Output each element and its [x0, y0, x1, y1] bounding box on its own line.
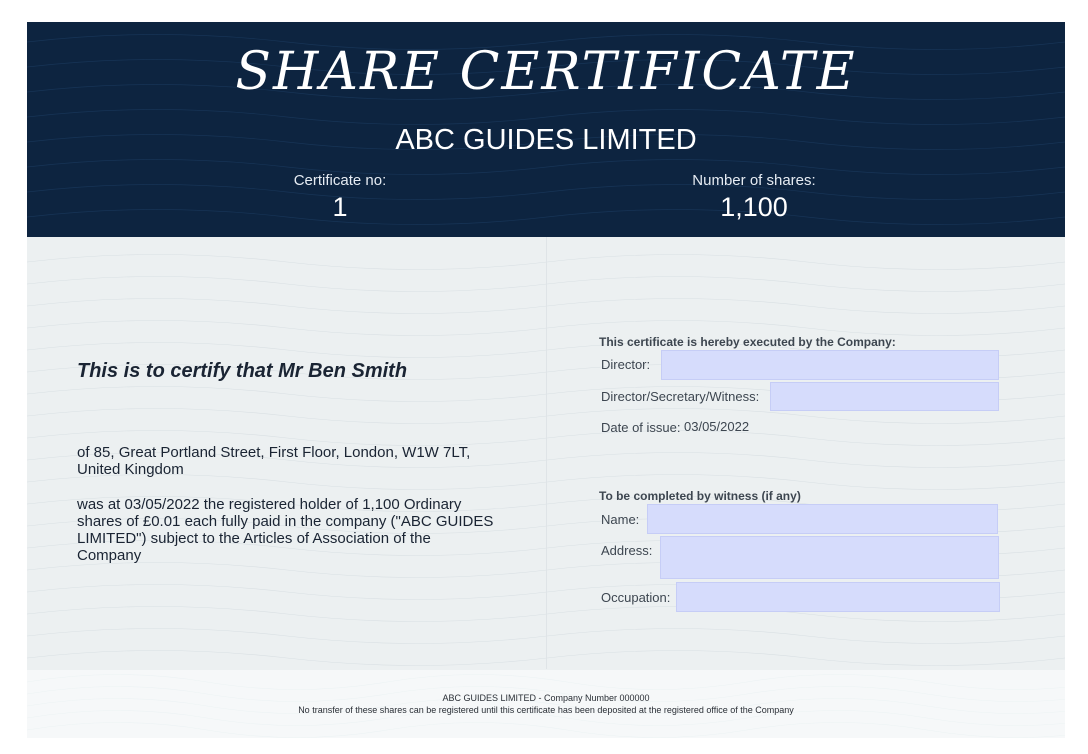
witness-occupation-field[interactable]	[676, 582, 1000, 612]
execution-heading: This certificate is hereby executed by t…	[599, 335, 896, 349]
certificate-footer: ABC GUIDES LIMITED - Company Number 0000…	[27, 692, 1065, 716]
secretary-witness-label: Director/Secretary/Witness:	[601, 389, 760, 404]
director-signature-field[interactable]	[661, 350, 999, 380]
holding-statement: was at 03/05/2022 the registered holder …	[77, 496, 494, 564]
number-of-shares-value: 1,100	[720, 192, 788, 222]
certificate-title: SHARE CERTIFICATE	[235, 42, 857, 102]
certificate-header: SHARE CERTIFICATE ABC GUIDES LIMITED Cer…	[27, 22, 1065, 237]
witness-occupation-label: Occupation:	[601, 590, 671, 605]
company-name: ABC GUIDES LIMITED	[395, 124, 697, 156]
witness-heading: To be completed by witness (if any)	[599, 489, 801, 503]
witness-address-field[interactable]	[660, 536, 999, 579]
secretary-witness-signature-field[interactable]	[770, 382, 999, 411]
witness-name-field[interactable]	[647, 504, 998, 534]
witness-address-label: Address:	[601, 543, 653, 558]
certificate-number-block: Certificate no: 1	[210, 172, 470, 224]
holder-address: of 85, Great Portland Street, First Floo…	[77, 444, 471, 478]
certificate-number-value: 1	[332, 192, 348, 222]
date-of-issue-value: 03/05/2022	[684, 419, 750, 434]
center-divider	[546, 237, 547, 669]
witness-name-label: Name:	[601, 512, 640, 527]
number-of-shares-label: Number of shares:	[692, 172, 816, 189]
footer-company-number: ABC GUIDES LIMITED - Company Number 0000…	[442, 693, 650, 703]
number-of-shares-block: Number of shares: 1,100	[624, 172, 884, 224]
share-certificate: SHARE CERTIFICATE ABC GUIDES LIMITED Cer…	[27, 22, 1065, 738]
date-of-issue-label: Date of issue:	[601, 420, 681, 435]
certify-statement: This is to certify that Mr Ben Smith	[77, 360, 408, 382]
director-label: Director:	[601, 357, 651, 372]
certificate-number-label: Certificate no:	[293, 172, 387, 189]
footer-transfer-notice: No transfer of these shares can be regis…	[298, 705, 794, 715]
